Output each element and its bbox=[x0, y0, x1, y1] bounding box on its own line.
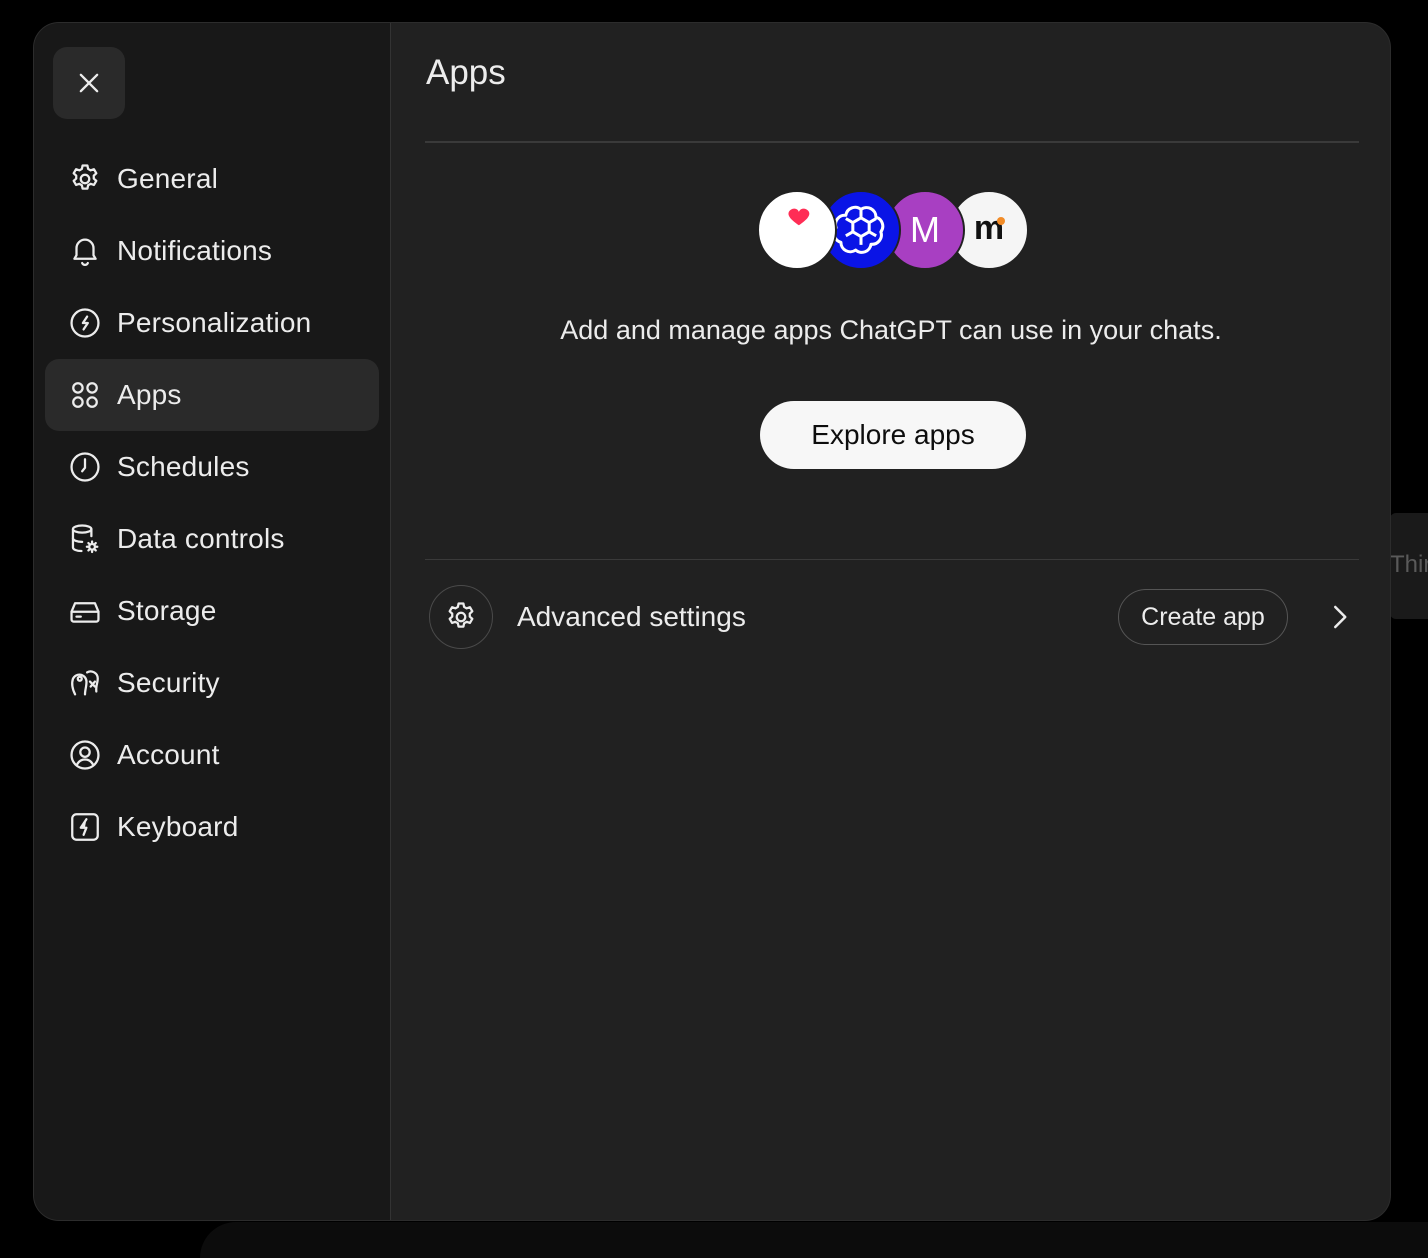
sidebar-item-schedules[interactable]: Schedules bbox=[45, 431, 379, 503]
background-peek-text: Thir bbox=[1390, 551, 1428, 578]
m-dot-app-icon-letter: m bbox=[973, 208, 1005, 247]
apps-description: Add and manage apps ChatGPT can use in y… bbox=[560, 315, 1222, 345]
clock-icon bbox=[67, 449, 103, 485]
sidebar-item-label: Schedules bbox=[117, 451, 250, 482]
sidebar-item-label: Apps bbox=[117, 379, 182, 410]
advanced-settings-label: Advanced settings bbox=[517, 601, 746, 632]
security-icon bbox=[67, 665, 103, 701]
sidebar-item-label: Storage bbox=[117, 595, 217, 626]
create-app-button[interactable]: Create app bbox=[1118, 589, 1288, 645]
sidebar-item-data-controls[interactable]: Data controls bbox=[45, 503, 379, 575]
background-window-peek: Thir bbox=[1390, 513, 1428, 619]
sidebar-item-label: Personalization bbox=[117, 307, 312, 338]
letter-app-icon-letter: M bbox=[910, 209, 940, 250]
settings-nav: General Notifications Personalization Ap… bbox=[45, 143, 379, 863]
sidebar-item-account[interactable]: Account bbox=[45, 719, 379, 791]
close-icon bbox=[79, 73, 99, 93]
user-circle-icon bbox=[67, 737, 103, 773]
gear-icon bbox=[67, 161, 103, 197]
title-divider bbox=[425, 141, 1359, 143]
sidebar-item-personalization[interactable]: Personalization bbox=[45, 287, 379, 359]
sidebar-item-label: Notifications bbox=[117, 235, 273, 266]
sidebar-item-keyboard[interactable]: Keyboard bbox=[45, 791, 379, 863]
heart-app-icon bbox=[757, 190, 837, 270]
settings-modal: General Notifications Personalization Ap… bbox=[33, 22, 1391, 1221]
sidebar-item-apps[interactable]: Apps bbox=[45, 359, 379, 431]
advanced-settings-icon-circle bbox=[429, 585, 493, 649]
section-divider bbox=[425, 559, 1359, 560]
chevron-right-icon[interactable] bbox=[1321, 599, 1357, 635]
page-title: Apps bbox=[426, 53, 506, 92]
sidebar-item-label: Security bbox=[117, 667, 220, 698]
settings-content: Apps M m Add and manage apps ChatGPT can… bbox=[392, 23, 1390, 1220]
close-button[interactable] bbox=[53, 47, 125, 119]
bell-icon bbox=[67, 233, 103, 269]
advanced-settings-row[interactable]: Advanced settings Create app bbox=[425, 579, 1359, 655]
database-gear-icon bbox=[67, 521, 103, 557]
sidebar-item-notifications[interactable]: Notifications bbox=[45, 215, 379, 287]
explore-apps-button[interactable]: Explore apps bbox=[760, 401, 1026, 469]
background-panel bbox=[200, 1222, 1428, 1258]
app-icons-group: M m bbox=[757, 190, 1032, 272]
gear-icon bbox=[448, 602, 474, 628]
sidebar-item-storage[interactable]: Storage bbox=[45, 575, 379, 647]
m-dot-accent bbox=[997, 217, 1005, 225]
sidebar-item-label: General bbox=[117, 163, 219, 194]
personalization-icon bbox=[67, 305, 103, 341]
sidebar-item-label: Keyboard bbox=[117, 811, 239, 842]
sidebar-item-label: Account bbox=[117, 739, 220, 770]
apps-grid-icon bbox=[67, 377, 103, 413]
settings-sidebar: General Notifications Personalization Ap… bbox=[34, 23, 391, 1220]
sidebar-item-general[interactable]: General bbox=[45, 143, 379, 215]
sidebar-item-label: Data controls bbox=[117, 523, 285, 554]
drive-icon bbox=[67, 593, 103, 629]
sidebar-item-security[interactable]: Security bbox=[45, 647, 379, 719]
keyboard-bolt-icon bbox=[67, 809, 103, 845]
